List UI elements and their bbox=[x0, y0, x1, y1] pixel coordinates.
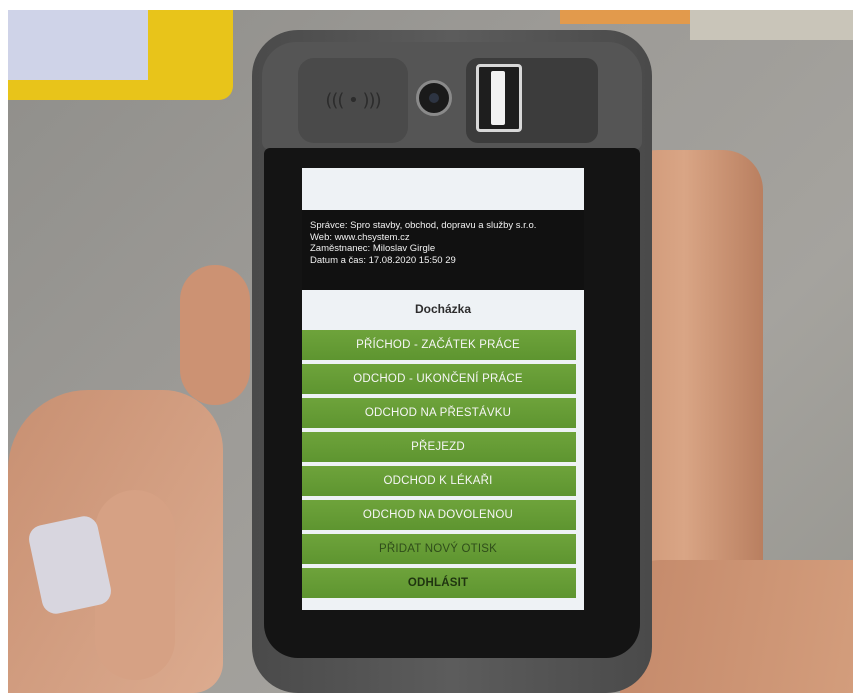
logout-button[interactable]: ODHLÁSIT bbox=[302, 568, 576, 598]
departure-end-work-button[interactable]: ODCHOD - UKONČENÍ PRÁCE bbox=[302, 364, 576, 394]
right-wrist bbox=[620, 560, 853, 693]
doctor-departure-button[interactable]: ODCHOD K LÉKAŘI bbox=[302, 466, 576, 496]
admin-label: Správce: Spro stavby, obchod, dopravu a … bbox=[310, 220, 537, 231]
datetime-label: Datum a čas: 17.08.2020 15:50 29 bbox=[310, 254, 456, 266]
break-departure-button[interactable]: ODCHOD NA PŘESTÁVKU bbox=[302, 398, 576, 428]
transfer-button[interactable]: PŘEJEZD bbox=[302, 432, 576, 462]
arrival-start-work-button[interactable]: PŘÍCHOD - ZAČÁTEK PRÁCE bbox=[302, 330, 576, 360]
web-label: Web: www.chsystem.cz bbox=[310, 231, 410, 243]
info-panel: Správce: Spro stavby, obchod, dopravu a … bbox=[302, 210, 584, 290]
nfc-icon[interactable]: ((( • ))) bbox=[298, 58, 408, 143]
app-screen: Správce: Spro stavby, obchod, dopravu a … bbox=[302, 168, 584, 610]
camera-icon bbox=[416, 80, 452, 116]
vacation-departure-button[interactable]: ODCHOD NA DOVOLENOU bbox=[302, 500, 576, 530]
crate-label bbox=[8, 10, 148, 80]
photo-frame: ((( • ))) Správce: Spro stavby, obchod, … bbox=[0, 0, 853, 693]
attendance-menu: PŘÍCHOD - ZAČÁTEK PRÁCE ODCHOD - UKONČEN… bbox=[302, 330, 576, 602]
background-box bbox=[690, 10, 853, 40]
left-index-finger bbox=[180, 265, 250, 405]
add-fingerprint-button[interactable]: PŘIDAT NOVÝ OTISK bbox=[302, 534, 576, 564]
employee-label: Zaměstnanec: Miloslav Girgle bbox=[310, 243, 436, 254]
page-title: Docházka bbox=[414, 302, 472, 316]
fingerprint-window[interactable] bbox=[476, 64, 522, 132]
